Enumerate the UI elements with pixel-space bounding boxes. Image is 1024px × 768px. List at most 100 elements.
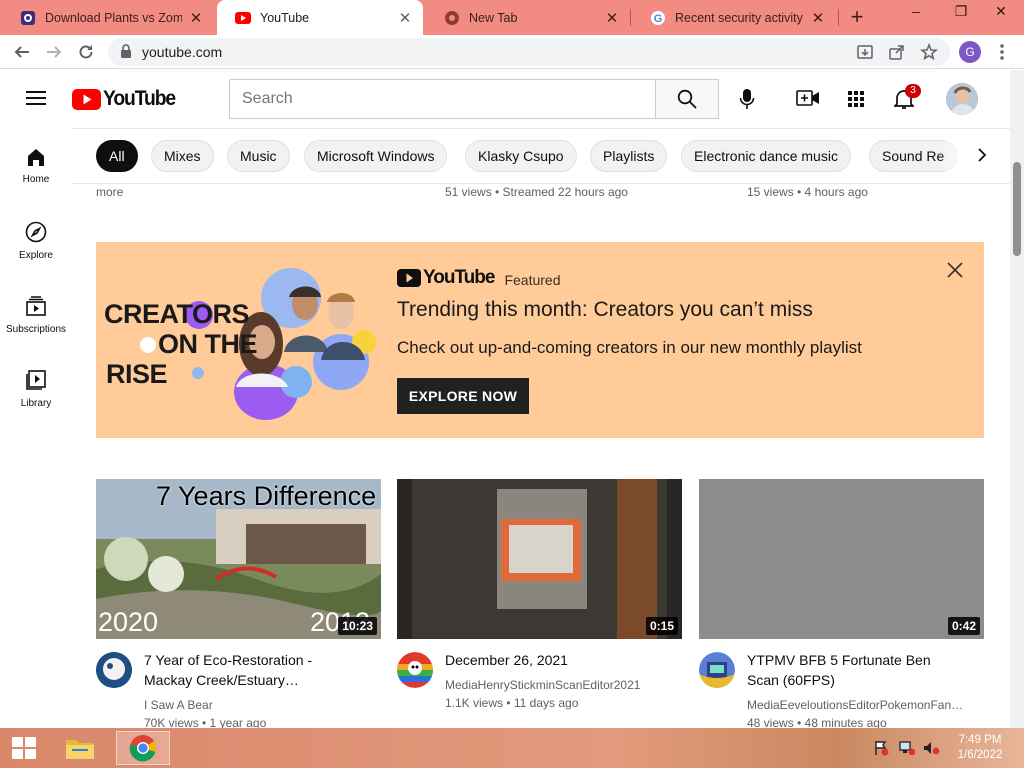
create-video-button[interactable] (796, 89, 820, 112)
guide-library[interactable]: Library (0, 368, 72, 438)
guide-home[interactable]: Home (0, 146, 72, 216)
video-title[interactable]: Scan (60FPS) (747, 670, 983, 690)
back-arrow-icon (14, 46, 29, 58)
channel-avatar[interactable] (397, 652, 433, 688)
voice-search-button[interactable] (739, 88, 755, 115)
promo-title: Trending this month: Creators you can’t … (397, 298, 813, 321)
video-duration: 10:23 (338, 617, 377, 635)
close-tab-icon[interactable]: ✕ (397, 9, 413, 27)
chips-next-button[interactable] (970, 143, 994, 167)
action-center-flag-icon[interactable] (873, 740, 889, 761)
bookmark-star-icon[interactable] (920, 42, 938, 66)
tab-separator (630, 9, 631, 26)
close-tab-icon[interactable]: ✕ (188, 9, 204, 27)
video-title[interactable]: Mackay Creek/Estuary… (144, 670, 380, 690)
notifications-button[interactable]: 3 (892, 84, 921, 115)
tab-title: Recent security activity (675, 10, 803, 25)
channel-name[interactable]: MediaHenryStickminScanEditor2021 (445, 676, 681, 694)
tab-plants-vs-zombies[interactable]: Download Plants vs Zombies ✕ (2, 0, 214, 35)
tab-title: New Tab (469, 10, 518, 25)
guide-label: Subscriptions (5, 324, 67, 335)
subscriptions-icon (26, 296, 46, 316)
chrome-menu-button[interactable] (990, 40, 1014, 64)
forward-button[interactable] (42, 40, 66, 64)
channel-name[interactable]: MediaEeveloutionsEditorPokemonFan… (747, 696, 983, 714)
tab-title: YouTube (260, 10, 310, 25)
address-bar[interactable]: youtube.com (108, 38, 950, 66)
chip-playlists[interactable]: Playlists (590, 140, 668, 172)
channel-avatar[interactable] (699, 652, 735, 688)
prev-row-meta: 51 views • Streamed 22 hours ago (445, 185, 628, 199)
apps-button[interactable] (847, 90, 865, 113)
youtube-logo[interactable]: YouTube (72, 87, 181, 111)
chrome-taskbar-icon[interactable] (116, 731, 170, 765)
video-thumbnail[interactable]: 0:42 (699, 479, 984, 639)
forward-arrow-icon (47, 46, 62, 58)
compass-icon (25, 221, 47, 243)
tab-strip: Download Plants vs Zombies ✕ YouTube ✕ N… (0, 0, 1024, 35)
video-title[interactable]: 7 Year of Eco-Restoration - (144, 650, 380, 670)
home-icon (28, 149, 44, 166)
video-thumbnail[interactable]: 0:15 (397, 479, 682, 639)
close-window-button[interactable]: ✕ (985, 0, 1017, 26)
artwork-text-line-2: ON THE (158, 329, 258, 359)
back-button[interactable] (10, 40, 34, 64)
video-info: 7 Year of Eco-Restoration - Mackay Creek… (144, 650, 380, 732)
clock-time: 7:49 PM (958, 734, 1002, 746)
profile-avatar-button[interactable]: G (959, 41, 981, 63)
account-avatar[interactable] (946, 83, 978, 115)
game-icon (20, 10, 36, 26)
explore-now-button[interactable]: EXPLORE NOW (397, 378, 529, 414)
restore-button[interactable]: ❐ (945, 0, 977, 26)
tab-youtube[interactable]: YouTube ✕ (217, 0, 423, 35)
youtube-play-logo-icon (72, 88, 101, 110)
library-icon (26, 370, 46, 390)
video-title[interactable]: December 26, 2021 (445, 650, 681, 670)
video-thumbnail[interactable]: 7 Years Difference 2020 2013 10:23 (96, 479, 381, 639)
chip-klasky-csupo[interactable]: Klasky Csupo (465, 140, 577, 172)
guide-explore[interactable]: Explore (0, 220, 72, 290)
apps-grid-icon (848, 91, 864, 107)
video-duration: 0:42 (947, 617, 980, 635)
channel-avatar[interactable] (96, 652, 132, 688)
video-camera-plus-icon (796, 90, 819, 106)
search-button[interactable] (655, 79, 719, 119)
search-box[interactable] (229, 79, 656, 119)
file-explorer-taskbar-icon[interactable] (60, 731, 100, 765)
share-icon[interactable] (888, 43, 906, 66)
clock-date: 1/6/2022 (957, 749, 1003, 761)
microphone-icon (739, 89, 755, 109)
scrollbar-thumb[interactable] (1013, 162, 1021, 256)
close-tab-icon[interactable]: ✕ (810, 9, 826, 27)
minimize-button[interactable]: – (900, 0, 932, 26)
promo-featured-label: Featured (504, 271, 561, 288)
close-tab-icon[interactable]: ✕ (604, 9, 620, 27)
notification-count-badge: 3 (905, 84, 921, 98)
chrome-icon (129, 735, 156, 762)
search-input[interactable] (230, 80, 656, 118)
chip-music[interactable]: Music (227, 140, 290, 172)
page-scrollbar[interactable] (1010, 70, 1024, 728)
dismiss-promo-button[interactable] (946, 261, 964, 284)
chip-electronic-dance-music[interactable]: Electronic dance music (681, 140, 851, 172)
chevron-right-icon (978, 148, 987, 162)
volume-muted-icon[interactable] (922, 740, 940, 761)
network-icon[interactable] (898, 740, 916, 761)
chip-microsoft-windows[interactable]: Microsoft Windows (304, 140, 448, 172)
hamburger-menu-icon[interactable] (26, 90, 46, 111)
close-icon (947, 262, 963, 278)
reload-button[interactable] (74, 40, 98, 64)
start-button[interactable] (4, 731, 44, 765)
chip-mixes[interactable]: Mixes (151, 140, 214, 172)
new-tab-button[interactable]: + (845, 6, 869, 30)
install-app-icon[interactable] (856, 43, 874, 66)
system-clock[interactable]: 7:49 PM 1/6/2022 (950, 733, 1010, 763)
tab-security-activity[interactable]: G Recent security activity ✕ (632, 0, 836, 35)
tab-new-tab[interactable]: New Tab ✕ (426, 0, 630, 35)
guide-subscriptions[interactable]: Subscriptions (0, 294, 72, 364)
prev-row-meta: 15 views • 4 hours ago (747, 185, 868, 199)
svg-text:G: G (654, 13, 663, 25)
chip-all[interactable]: All (96, 140, 138, 172)
video-title[interactable]: YTPMV BFB 5 Fortunate Ben (747, 650, 983, 670)
channel-name[interactable]: I Saw A Bear (144, 696, 380, 714)
